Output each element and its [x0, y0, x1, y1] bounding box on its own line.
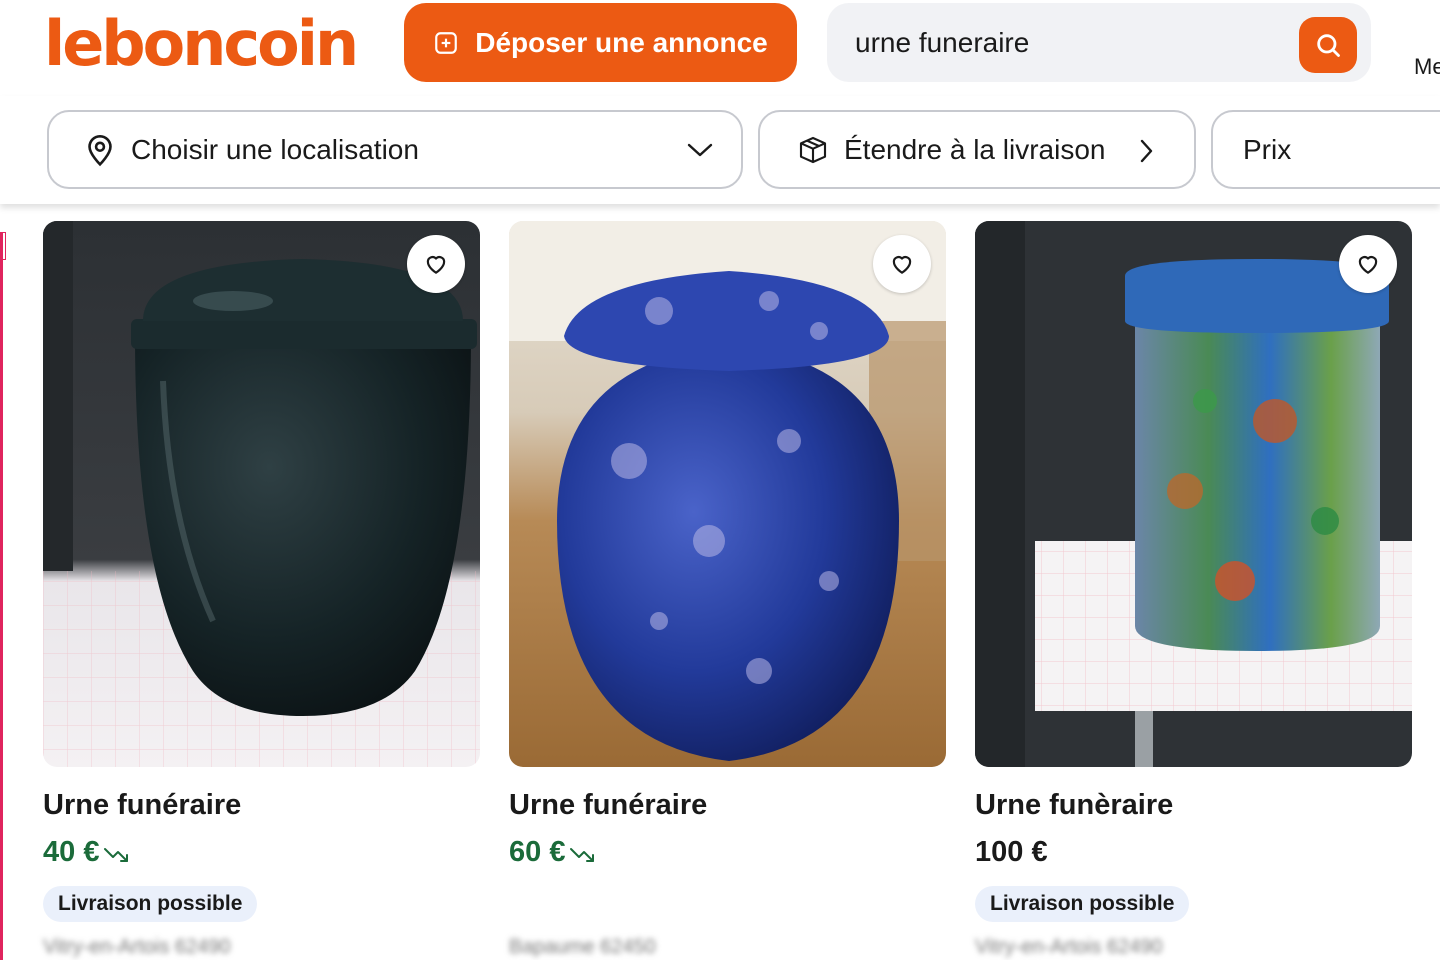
price-filter[interactable]: Prix	[1211, 110, 1440, 189]
top-header: leboncoin Déposer une annonce Me	[0, 0, 1440, 96]
delivery-filter-label: Étendre à la livraison	[844, 133, 1106, 165]
location-filter[interactable]: Choisir une localisation	[47, 110, 743, 189]
delivery-badge: Livraison possible	[43, 886, 258, 922]
account-menu-link[interactable]: Me	[1414, 54, 1440, 80]
listing-card[interactable]: Urne funèraire 100 € Livraison possible …	[975, 221, 1412, 959]
listing-price: 100 €	[975, 836, 1048, 868]
listing-title[interactable]: Urne funèraire	[975, 787, 1412, 823]
price-row: 40 €	[43, 834, 480, 870]
listing-photo[interactable]	[975, 221, 1412, 767]
price-drop-icon	[570, 848, 595, 862]
listing-photo[interactable]	[43, 221, 480, 767]
chevron-down-icon	[685, 136, 715, 164]
delivery-filter[interactable]: Étendre à la livraison	[758, 110, 1196, 189]
leboncoin-logo[interactable]: leboncoin	[44, 4, 359, 84]
search-input[interactable]	[855, 26, 1275, 59]
listing-card[interactable]: Urne funéraire 40 € Livraison possible V…	[43, 221, 480, 959]
badge-spacer	[509, 870, 946, 922]
listing-price: 40 €	[43, 836, 100, 868]
listing-title[interactable]: Urne funéraire	[509, 787, 946, 823]
favorite-button[interactable]	[1339, 235, 1397, 293]
search-bar	[827, 3, 1371, 82]
location-filter-label: Choisir une localisation	[131, 133, 419, 165]
listing-photo[interactable]	[509, 221, 946, 767]
filter-bar: Choisir une localisation Étendre à la li…	[0, 96, 1440, 204]
chevron-right-icon	[1134, 136, 1158, 166]
listing-location: Vitry-en-Artois 62490	[43, 936, 231, 958]
selection-edge	[0, 232, 3, 960]
search-button[interactable]	[1299, 17, 1357, 73]
price-row: 100 €	[975, 834, 1412, 870]
listing-location: Bapaume 62450	[509, 936, 656, 958]
blue-urn-photo	[509, 221, 946, 767]
listing-card[interactable]: Urne funéraire 60 € Bapaume 62450	[509, 221, 946, 959]
favorite-button[interactable]	[873, 235, 931, 293]
post-ad-button[interactable]: Déposer une annonce	[404, 3, 797, 82]
delivery-badge: Livraison possible	[975, 886, 1190, 922]
listing-title[interactable]: Urne funéraire	[43, 787, 480, 823]
selection-edge-marker	[0, 232, 6, 260]
map-pin-icon	[83, 133, 117, 167]
plus-square-icon	[435, 31, 458, 54]
black-urn-photo	[43, 221, 480, 767]
price-filter-label: Prix	[1243, 133, 1292, 165]
price-drop-icon	[104, 848, 129, 862]
post-ad-label: Déposer une annonce	[475, 26, 768, 58]
heart-icon	[1358, 256, 1378, 274]
heart-icon	[892, 256, 912, 274]
search-icon	[1317, 34, 1340, 57]
glass-urn-photo	[975, 221, 1412, 767]
heart-icon	[426, 256, 446, 274]
listing-price: 60 €	[509, 836, 566, 868]
package-icon	[796, 133, 830, 167]
favorite-button[interactable]	[407, 235, 465, 293]
listing-location: Vitry-en-Artois 62490	[975, 936, 1163, 958]
price-row: 60 €	[509, 834, 946, 870]
